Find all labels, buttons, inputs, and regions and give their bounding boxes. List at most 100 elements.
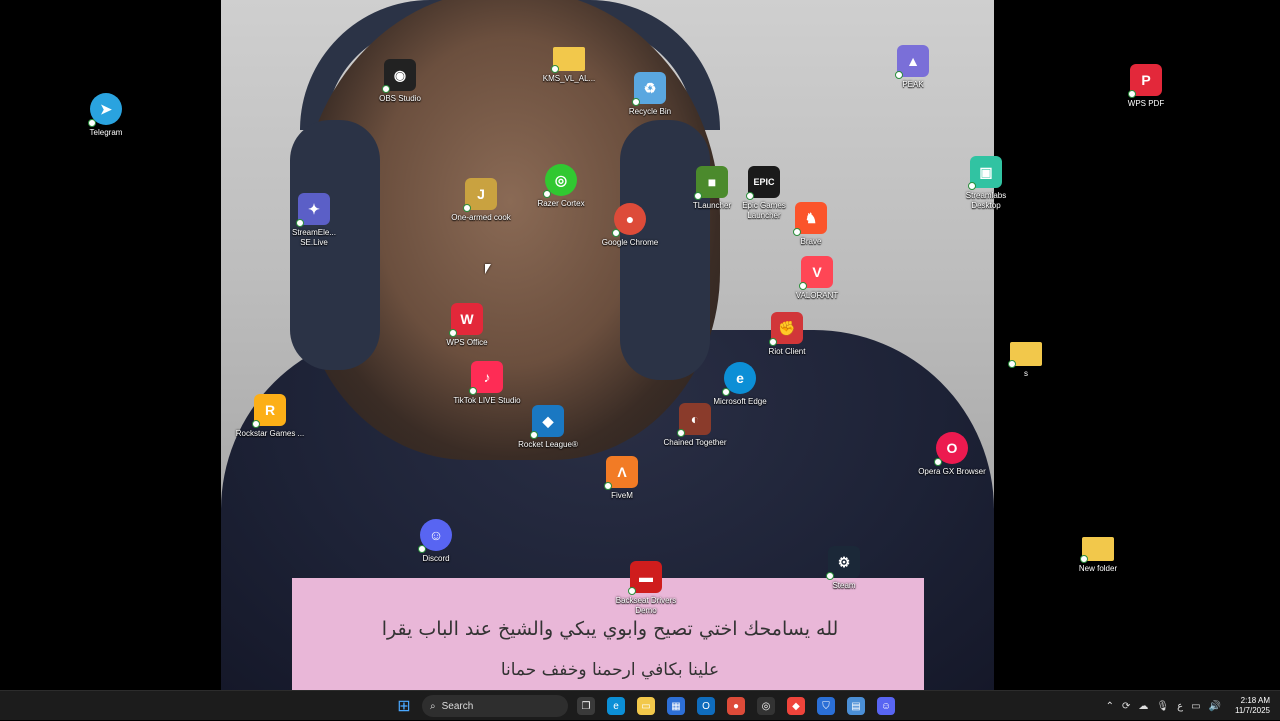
desktop-icon-fivem[interactable]: Λ FiveM — [586, 456, 658, 501]
desktop-icon-streamelements[interactable]: ✦ StreamEle... SE.Live — [278, 193, 350, 248]
taskbar-file-explorer[interactable]: ▭ — [634, 694, 658, 718]
desktop-icon-label: Telegram — [89, 128, 123, 137]
shortcut-badge-icon — [612, 229, 620, 237]
shortcut-badge-icon — [769, 338, 777, 346]
desktop-icon-wps-office[interactable]: W WPS Office — [431, 303, 503, 348]
desktop-icon-brave[interactable]: ♞ Brave — [775, 202, 847, 247]
desktop-icon-wps-pdf[interactable]: P WPS PDF — [1110, 64, 1182, 109]
desktop-icon-obs[interactable]: ◉ OBS Studio — [364, 59, 436, 104]
fivem-icon: Λ — [604, 456, 638, 490]
desktop-icon-folder[interactable]: New folder — [1062, 537, 1134, 574]
shortcut-badge-icon — [382, 85, 390, 93]
shortcut-badge-icon — [799, 282, 807, 290]
wps-office-icon: W — [449, 303, 483, 337]
mouse-cursor — [485, 264, 491, 274]
desktop-icon-label: s — [1024, 369, 1028, 378]
desktop-icon-razer-cortex[interactable]: ◎ Razer Cortex — [525, 164, 597, 209]
desktop-icon-label: StreamEle... SE.Live — [291, 228, 336, 247]
desktop-icon-label: Discord — [422, 554, 450, 563]
edge-icon: e — [722, 362, 756, 396]
desktop-icon-streamlabs[interactable]: ▣ Streamlabs Desktop — [950, 156, 1022, 211]
desktop-icon-steam[interactable]: ⚙ Steam — [808, 546, 880, 591]
desktop-icon-peak[interactable]: ▲ PEAK — [877, 45, 949, 90]
shortcut-badge-icon — [895, 71, 903, 79]
language-indicator[interactable]: ع — [1177, 701, 1183, 712]
peak-icon: ▲ — [895, 45, 929, 79]
epic-games-icon: EPIC — [746, 166, 780, 200]
network-icon[interactable]: ▭ — [1191, 701, 1200, 712]
microphone-icon[interactable]: 🎙 — [1156, 701, 1169, 712]
desktop-icon-one-armed-cook[interactable]: J One-armed cook — [445, 178, 517, 223]
sync-icon[interactable]: ⟳ — [1122, 701, 1130, 712]
taskbar-search[interactable]: ⌕ Search — [422, 695, 568, 717]
desktop-icon-label: Google Chrome — [601, 238, 659, 247]
cloud-icon[interactable]: ☁ — [1138, 701, 1148, 712]
obs-icon: ◉ — [382, 59, 416, 93]
shortcut-badge-icon — [694, 192, 702, 200]
desktop-icon-folder[interactable]: s — [990, 342, 1062, 379]
taskbar-outlook[interactable]: O — [694, 694, 718, 718]
taskbar-microsoft-store[interactable]: ▦ — [664, 694, 688, 718]
steam-icon: ⚙ — [826, 546, 860, 580]
clock[interactable]: 2:18 AM 11/7/2025 — [1235, 696, 1270, 716]
desktop-icon-riot-client[interactable]: ✊ Riot Client — [751, 312, 823, 357]
start-button[interactable]: ⊞ — [392, 694, 416, 718]
folder-icon — [1080, 537, 1114, 563]
desktop-icon-label: One-armed cook — [451, 213, 511, 222]
desktop-icon-discord[interactable]: ☺ Discord — [400, 519, 472, 564]
wps-pdf-icon: P — [1128, 64, 1162, 98]
desktop-icon-recycle-bin[interactable]: ♻ Recycle Bin — [614, 72, 686, 117]
desktop-icon-label: Steam — [832, 581, 856, 590]
razer-cortex-icon: ◎ — [757, 697, 775, 715]
discord-icon: ☺ — [418, 519, 452, 553]
shortcut-badge-icon — [722, 388, 730, 396]
chevron-up-icon[interactable]: ⌃ — [1106, 701, 1114, 712]
desktop-icon-label: PEAK — [902, 80, 924, 89]
desktop-icon-rocket-league[interactable]: ◆ Rocket League® — [512, 405, 584, 450]
taskbar-notepad[interactable]: ▤ — [844, 694, 868, 718]
taskbar-chrome[interactable]: ● — [724, 694, 748, 718]
shortcut-badge-icon — [604, 482, 612, 490]
volume-icon[interactable]: 🔊 — [1209, 701, 1221, 712]
folder-icon — [551, 47, 585, 73]
rocket-league-icon: ◆ — [530, 405, 564, 439]
shield-icon: ⛉ — [817, 697, 835, 715]
shortcut-badge-icon — [463, 204, 471, 212]
valorant-icon: V — [799, 256, 833, 290]
desktop-icon-tiktok-live[interactable]: ♪ TikTok LIVE Studio — [451, 361, 523, 406]
shortcut-badge-icon — [88, 119, 96, 127]
desktop-icon-label: Streamlabs Desktop — [965, 191, 1007, 210]
shortcut-badge-icon — [826, 572, 834, 580]
taskbar-defender[interactable]: ⛉ — [814, 694, 838, 718]
tlauncher-icon: ■ — [694, 166, 728, 200]
shortcut-badge-icon — [418, 545, 426, 553]
taskbar-task-view[interactable]: ❐ — [574, 694, 598, 718]
shortcut-badge-icon — [1080, 555, 1088, 563]
desktop-icon-chrome[interactable]: ● Google Chrome — [594, 203, 666, 248]
rockstar-icon: R — [252, 394, 286, 428]
taskbar-razer-cortex[interactable]: ◎ — [754, 694, 778, 718]
streamelements-icon: ✦ — [296, 193, 330, 227]
search-placeholder: Search — [441, 700, 474, 712]
desktop-icon-rockstar[interactable]: R Rockstar Games ... — [234, 394, 306, 439]
desktop-icon-folder[interactable]: KMS_VL_AL... — [533, 47, 605, 84]
clock-time: 2:18 AM — [1240, 696, 1270, 705]
desktop-icon-telegram[interactable]: ➤ Telegram — [70, 93, 142, 138]
desktop-icon-backseat-drivers[interactable]: ▬ Backseat Drivers Demo — [610, 561, 682, 616]
notepad-icon: ▤ — [847, 697, 865, 715]
desktop-icon-label: KMS_VL_AL... — [542, 74, 596, 83]
desktop-icon-valorant[interactable]: V VALORANT — [781, 256, 853, 301]
shortcut-badge-icon — [551, 65, 559, 73]
desktop-icon-label: TLauncher — [692, 201, 732, 210]
shortcut-badge-icon — [252, 420, 260, 428]
taskbar-discord[interactable]: ☺ — [874, 694, 898, 718]
desktop-icon-opera-gx[interactable]: O Opera GX Browser — [916, 432, 988, 477]
taskbar-edge[interactable]: e — [604, 694, 628, 718]
desktop-icon-label: Opera GX Browser — [918, 467, 986, 476]
taskbar: ⊞ ⌕ Search ❐ e ▭ ▦ O ● ◎ ◆ ⛉ ▤ ☺ ⌃ ⟳ ☁ 🎙 ع ▭ 🔊 2:1… — [0, 690, 1280, 720]
shortcut-badge-icon — [469, 387, 477, 395]
desktop-icon-edge[interactable]: e Microsoft Edge — [704, 362, 776, 407]
taskbar-anydesk[interactable]: ◆ — [784, 694, 808, 718]
wallpaper-headphone-right — [620, 120, 710, 380]
desktop-icon-chained-together[interactable]: ◐ Chained Together — [659, 403, 731, 448]
